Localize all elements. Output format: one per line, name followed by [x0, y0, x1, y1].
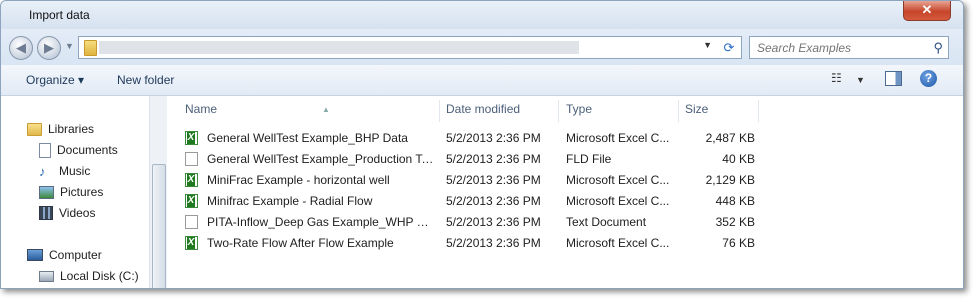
libraries-icon	[27, 122, 42, 136]
computer-icon	[27, 249, 43, 261]
nav-label-computer: Computer	[49, 248, 102, 262]
nav-item-pictures[interactable]: Pictures	[39, 183, 103, 201]
column-header-size-label: Size	[685, 102, 709, 116]
file-row[interactable]: PITA-Inflow_Deep Gas Example_WHP Data 5/…	[185, 212, 765, 232]
nav-item-music[interactable]: ♪ Music	[39, 162, 90, 180]
help-icon[interactable]: ?	[920, 70, 937, 87]
music-icon: ♪	[39, 163, 46, 179]
nav-label-pictures: Pictures	[60, 185, 104, 199]
address-row: ◀ ▶ ▼ ▼ ⟳ ⚲	[1, 29, 963, 65]
nav-item-documents[interactable]: Documents	[39, 141, 118, 159]
search-icon[interactable]: ⚲	[933, 40, 943, 56]
command-bar: Organize ▾ New folder ☷ ▼ ?	[1, 65, 963, 96]
file-date: 5/2/2013 2:36 PM	[446, 236, 541, 250]
refresh-button[interactable]: ⟳	[717, 36, 742, 59]
excel-icon	[185, 173, 198, 187]
nav-label-local-disk: Local Disk (C:)	[60, 269, 139, 283]
navigation-pane: Libraries Documents ♪ Music Pictures Vid…	[1, 96, 149, 288]
file-type: Microsoft Excel C...	[566, 173, 670, 187]
organize-button[interactable]: Organize ▾	[26, 73, 84, 87]
excel-icon	[185, 131, 198, 145]
nav-label-documents: Documents	[57, 143, 118, 157]
file-size: 2,487 KB	[705, 131, 755, 145]
file-name: Two-Rate Flow After Flow Example	[207, 236, 394, 250]
file-size: 352 KB	[715, 215, 755, 229]
nav-label-libraries: Libraries	[48, 122, 95, 136]
folder-icon	[84, 40, 97, 56]
import-data-dialog: Import data ✕ ◀ ▶ ▼ ▼ ⟳ ⚲ Organize ▾ New…	[0, 0, 964, 289]
file-size: 2,129 KB	[705, 173, 755, 187]
sort-ascending-icon: ▲	[322, 105, 330, 114]
file-row[interactable]: General WellTest Example_Production Te..…	[185, 149, 765, 169]
file-name: General WellTest Example_Production Te..…	[207, 152, 435, 166]
file-name: PITA-Inflow_Deep Gas Example_WHP Data	[207, 215, 435, 229]
column-header-type[interactable]: Type	[566, 100, 679, 122]
column-header-name-label: Name	[185, 102, 218, 116]
window-title: Import data	[29, 8, 90, 22]
file-type: Text Document	[566, 215, 647, 229]
column-header-name[interactable]: Name ▲	[185, 100, 440, 122]
file-date: 5/2/2013 2:36 PM	[446, 152, 541, 166]
file-name: MiniFrac Example - horizontal well	[207, 173, 390, 187]
hard-disk-icon	[39, 270, 54, 282]
file-type: Microsoft Excel C...	[566, 131, 670, 145]
column-header-date[interactable]: Date modified	[446, 100, 559, 122]
file-date: 5/2/2013 2:36 PM	[446, 194, 541, 208]
nav-item-computer[interactable]: Computer	[27, 246, 102, 264]
file-row[interactable]: MiniFrac Example - horizontal well 5/2/2…	[185, 170, 765, 190]
nav-item-local-disk[interactable]: Local Disk (C:)	[39, 267, 139, 285]
file-size: 40 KB	[722, 152, 755, 166]
file-type: FLD File	[566, 152, 612, 166]
file-icon	[185, 152, 198, 166]
excel-icon	[185, 194, 198, 208]
nav-label-videos: Videos	[59, 206, 96, 220]
text-file-icon	[185, 215, 198, 229]
back-button[interactable]: ◀	[9, 36, 33, 60]
file-name: Minifrac Example - Radial Flow	[207, 194, 373, 208]
nav-label-music: Music	[59, 164, 91, 178]
excel-icon	[185, 236, 198, 250]
title-bar[interactable]: Import data ✕	[1, 1, 963, 29]
change-view-icon[interactable]: ☷	[831, 71, 845, 88]
file-date: 5/2/2013 2:36 PM	[446, 131, 541, 145]
search-box[interactable]: ⚲	[749, 36, 949, 59]
navigation-scrollbar-thumb[interactable]	[152, 164, 166, 288]
column-header-type-label: Type	[566, 102, 593, 116]
search-input[interactable]	[750, 37, 927, 58]
address-bar[interactable]: ▼	[78, 36, 718, 59]
forward-button[interactable]: ▶	[37, 36, 61, 60]
documents-icon	[39, 142, 51, 158]
recent-pages-dropdown[interactable]: ▼	[65, 41, 74, 51]
file-row[interactable]: Two-Rate Flow After Flow Example 5/2/201…	[185, 233, 765, 253]
file-size: 448 KB	[715, 194, 755, 208]
file-type: Microsoft Excel C...	[566, 194, 670, 208]
column-header-size[interactable]: Size	[685, 100, 759, 122]
videos-icon	[39, 206, 53, 220]
view-options-dropdown-icon[interactable]: ▼	[856, 75, 865, 92]
address-dropdown-icon[interactable]: ▼	[703, 40, 712, 50]
file-name: General WellTest Example_BHP Data	[207, 131, 408, 145]
new-folder-button[interactable]: New folder	[117, 73, 174, 87]
file-list: Name ▲ Date modified Type Size General W…	[167, 96, 963, 288]
file-date: 5/2/2013 2:36 PM	[446, 173, 541, 187]
file-date: 5/2/2013 2:36 PM	[446, 215, 541, 229]
nav-item-libraries[interactable]: Libraries	[27, 120, 94, 138]
file-row[interactable]: General WellTest Example_BHP Data 5/2/20…	[185, 128, 765, 148]
pictures-icon	[39, 185, 54, 199]
file-row[interactable]: Minifrac Example - Radial Flow 5/2/2013 …	[185, 191, 765, 211]
navigation-scrollbar[interactable]	[149, 96, 167, 288]
address-path	[99, 41, 579, 54]
file-size: 76 KB	[722, 236, 755, 250]
file-type: Microsoft Excel C...	[566, 236, 670, 250]
nav-item-videos[interactable]: Videos	[39, 204, 95, 222]
column-header-date-label: Date modified	[446, 102, 521, 116]
preview-pane-icon[interactable]	[885, 71, 902, 86]
close-button[interactable]: ✕	[903, 1, 951, 21]
